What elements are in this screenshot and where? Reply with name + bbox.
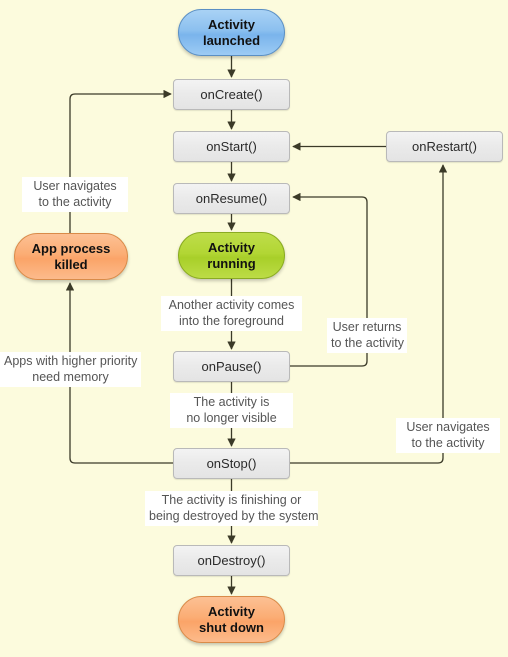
node-on-start-label: onStart() (206, 138, 257, 154)
node-on-resume-label: onResume() (195, 190, 268, 206)
node-on-resume[interactable]: onResume() (173, 183, 290, 214)
node-on-create-label: onCreate() (200, 86, 263, 102)
edge-label-user-navigates-right: User navigates to the activity (396, 418, 500, 454)
node-on-destroy-label: onDestroy() (197, 552, 266, 568)
edge-label-activity-no-longer-visible: The activity is no longer visible (170, 393, 293, 429)
edge-label-activity-finishing-destroyed: The activity is finishing or being destr… (145, 491, 319, 527)
node-on-restart[interactable]: onRestart() (386, 131, 503, 162)
node-on-start[interactable]: onStart() (173, 131, 290, 162)
edge-label-user-navigates-left: User navigates to the activity (22, 177, 128, 213)
node-on-pause-label: onPause() (201, 358, 262, 374)
node-on-destroy[interactable]: onDestroy() (173, 545, 290, 576)
edge-label-apps-higher-priority: Apps with higher priority need memory (0, 352, 141, 388)
node-on-stop[interactable]: onStop() (173, 448, 290, 479)
node-on-stop-label: onStop() (206, 455, 257, 471)
edge-label-user-returns-to-activity: User returns to the activity (327, 318, 407, 354)
node-activity-launched[interactable]: Activity launched (178, 9, 285, 56)
node-activity-running[interactable]: Activity running (178, 232, 285, 279)
edge-label-another-activity-foreground: Another activity comes into the foregrou… (161, 296, 302, 332)
node-app-process-killed-label: App process killed (31, 241, 111, 272)
node-activity-shut-down-label: Activity shut down (199, 604, 264, 635)
node-on-restart-label: onRestart() (411, 138, 478, 154)
node-activity-launched-label: Activity launched (202, 17, 261, 48)
activity-lifecycle-diagram: Activity launched onCreate() onStart() o… (0, 0, 508, 657)
node-activity-running-label: Activity running (207, 240, 256, 271)
node-on-create[interactable]: onCreate() (173, 79, 290, 110)
node-app-process-killed[interactable]: App process killed (14, 233, 128, 280)
node-on-pause[interactable]: onPause() (173, 351, 290, 382)
node-activity-shut-down[interactable]: Activity shut down (178, 596, 285, 643)
